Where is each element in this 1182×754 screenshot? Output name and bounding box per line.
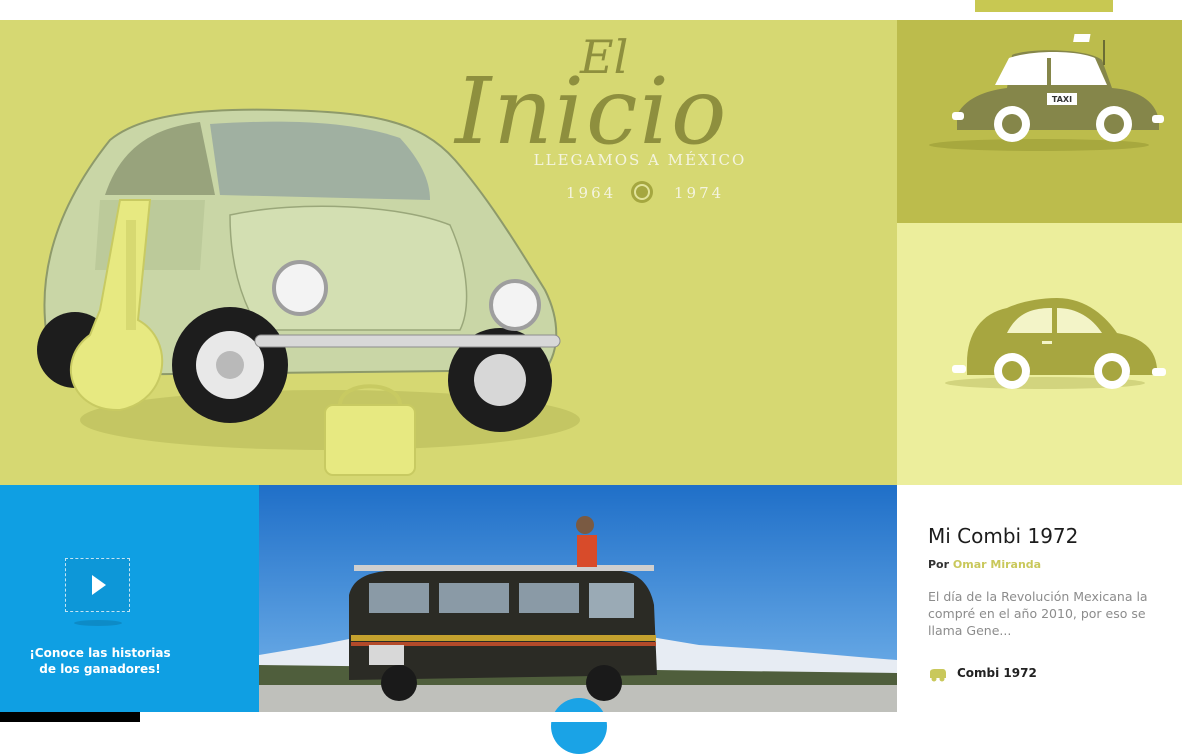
taxi-icon: TAXI [929, 34, 1164, 151]
story-author: Por Omar Miranda [928, 558, 1041, 571]
hero-subtitle: LLEGAMOS A MÉXICO [533, 151, 747, 169]
scroll-indicator-circle[interactable] [551, 698, 607, 754]
bottom-edge-left [0, 712, 140, 722]
story-tag-label[interactable]: Combi 1972 [957, 666, 1037, 680]
year-end: 1974 [674, 184, 725, 202]
bottom-edge-strip [140, 712, 1182, 722]
hero-script-inicio: Inicio [455, 58, 729, 165]
taxi-sign-label: TAXI [1052, 95, 1072, 104]
hero-script-title: El Inicio [455, 30, 815, 165]
combi-photo[interactable] [259, 485, 897, 712]
author-prefix: Por [928, 558, 950, 571]
year-start: 1964 [566, 184, 617, 202]
beetle-era-tile[interactable] [897, 223, 1182, 485]
play-button[interactable] [65, 558, 130, 612]
story-title[interactable]: Mi Combi 1972 [928, 524, 1078, 548]
promo-text[interactable]: ¡Conoce las historias de los ganadores! [20, 645, 180, 677]
author-name-link[interactable]: Omar Miranda [953, 558, 1041, 571]
beetle-icon [945, 298, 1166, 389]
story-excerpt: El día de la Revolución Mexicana la comp… [928, 589, 1148, 638]
van-icon [930, 669, 946, 682]
play-icon [92, 575, 106, 595]
taxi-era-tile[interactable]: TAXI [897, 20, 1182, 223]
hero-banner[interactable]: El Inicio LLEGAMOS A MÉXICO 1964 1974 [0, 20, 897, 485]
combi-van-photo [259, 485, 897, 712]
hero-year-range: 1964 1974 [470, 180, 810, 204]
play-button-shadow [74, 620, 122, 626]
top-tab-accent [975, 0, 1113, 12]
medal-icon [631, 181, 653, 203]
